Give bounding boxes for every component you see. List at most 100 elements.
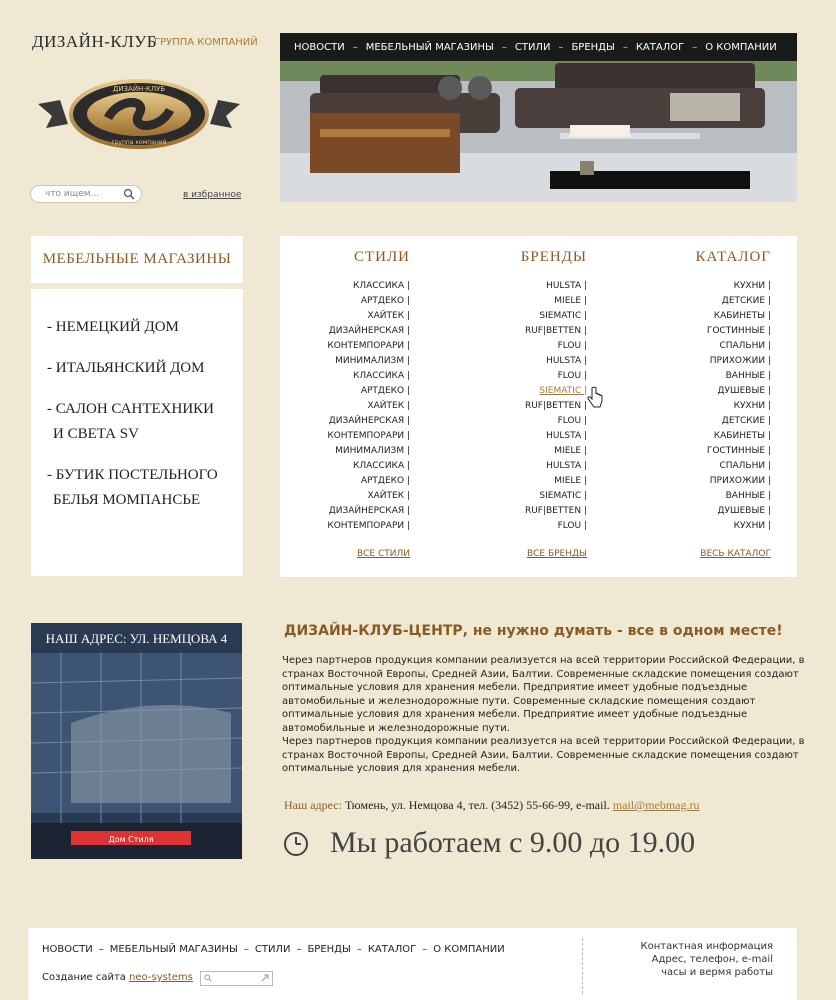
favorites-link[interactable]: в избранное xyxy=(183,190,241,200)
catalog-item[interactable]: КАБИНЕТЫ | xyxy=(707,429,771,444)
styles-item[interactable]: КЛАССИКА | xyxy=(327,279,410,294)
styles-item[interactable]: ДИЗАЙНЕРСКАЯ | xyxy=(327,414,410,429)
styles-item[interactable]: ДИЗАЙНЕРСКАЯ | xyxy=(327,504,410,519)
catalog-item[interactable]: ВАННЫЕ | xyxy=(707,369,771,384)
email-link[interactable]: mail@mebmag.ru xyxy=(613,798,700,812)
nav-separator: – xyxy=(352,41,358,53)
footer-search-input[interactable] xyxy=(200,971,273,986)
brand-logo[interactable]: ДИЗАЙН-КЛУБ группа компаний xyxy=(38,78,240,150)
nav-separator: – xyxy=(558,41,564,53)
store-item[interactable]: - ИТАЛЬЯНСКИЙ ДОМ xyxy=(47,356,243,381)
stores-list: - НЕМЕЦКИЙ ДОМ - ИТАЛЬЯНСКИЙ ДОМ - САЛОН С… xyxy=(31,289,243,576)
styles-item[interactable]: КОНТЕМПОРАРИ | xyxy=(327,519,410,534)
styles-item[interactable]: ХАЙТЕК | xyxy=(327,489,410,504)
brands-item[interactable]: RUF|BETTEN | xyxy=(525,504,587,519)
nav-separator: – xyxy=(692,41,698,53)
brands-item[interactable]: RUF|BETTEN | xyxy=(525,324,587,339)
brands-item[interactable]: FLOU | xyxy=(525,369,587,384)
working-hours: Мы работаем с 9.00 до 19.00 xyxy=(330,826,696,859)
styles-item[interactable]: КЛАССИКА | xyxy=(327,459,410,474)
brands-item[interactable]: HULSTA | xyxy=(525,354,587,369)
styles-title: СТИЛИ xyxy=(353,249,410,265)
all-styles-link[interactable]: ВСЕ СТИЛИ xyxy=(357,549,410,559)
styles-item[interactable]: МИНИМАЛИЗМ | xyxy=(327,354,410,369)
footer-nav-separator: – xyxy=(243,944,249,955)
catalog-item[interactable]: КУХНИ | xyxy=(707,279,771,294)
catalog-item[interactable]: ГОСТИННЫЕ | xyxy=(707,444,771,459)
stores-title: МЕБЕЛЬНЫЕ МАГАЗИНЫ xyxy=(31,236,243,283)
brands-item[interactable]: HULSTA | xyxy=(525,279,587,294)
footer-nav-item-0[interactable]: НОВОСТИ xyxy=(42,944,93,955)
catalog-item[interactable]: ВАННЫЕ | xyxy=(707,489,771,504)
credit-link[interactable]: neo-systems xyxy=(129,972,193,983)
store-item-line2: И СВЕТА SV xyxy=(53,426,139,442)
footer-nav-item-4[interactable]: КАТАЛОГ xyxy=(368,944,416,955)
styles-item[interactable]: ХАЙТЕК | xyxy=(327,309,410,324)
catalog-item[interactable]: КУХНИ | xyxy=(707,399,771,414)
store-item[interactable]: - БУТИК ПОСТЕЛЬНОГО БЕЛЬЯ МОМПАНСЬЕ xyxy=(47,463,243,513)
footer-navigation: НОВОСТИ – МЕБЕЛЬНЫЙ МАГАЗИНЫ – СТИЛИ – БРЕНДЫ –… xyxy=(42,944,505,955)
catalog-item[interactable]: ГОСТИННЫЕ | xyxy=(707,324,771,339)
catalog-item[interactable]: СПАЛЬНИ | xyxy=(707,339,771,354)
catalog-item[interactable]: ДУШЕВЫЕ | xyxy=(707,504,771,519)
footer-nav-item-2[interactable]: СТИЛИ xyxy=(255,944,291,955)
styles-item[interactable]: КОНТЕМПОРАРИ | xyxy=(327,339,410,354)
store-item[interactable]: - НЕМЕЦКИЙ ДОМ xyxy=(47,315,243,340)
nav-item-4[interactable]: КАТАЛОГ xyxy=(636,42,684,53)
search-input[interactable]: что ищем... xyxy=(30,185,142,203)
nav-item-3[interactable]: БРЕНДЫ xyxy=(571,42,614,53)
footer-credit: Создание сайта neo-systems xyxy=(42,972,193,983)
catalog-item[interactable]: КАБИНЕТЫ | xyxy=(707,309,771,324)
brands-item[interactable]: MIELE | xyxy=(525,444,587,459)
nav-separator: – xyxy=(622,41,628,53)
all-brands-link[interactable]: ВСЕ БРЕНДЫ xyxy=(527,549,587,559)
brands-item[interactable]: HULSTA | xyxy=(525,459,587,474)
catalog-item[interactable]: ПРИХОЖИИ | xyxy=(707,474,771,489)
brands-item[interactable]: SIEMATIC | xyxy=(525,489,587,504)
arrow-icon xyxy=(261,974,269,982)
nav-separator: – xyxy=(501,41,507,53)
footer-nav-item-5[interactable]: О КОМПАНИИ xyxy=(433,944,505,955)
styles-item[interactable]: КОНТЕМПОРАРИ | xyxy=(327,429,410,444)
styles-item[interactable]: КЛАССИКА | xyxy=(327,369,410,384)
footer-nav-separator: – xyxy=(98,944,104,955)
nav-item-0[interactable]: НОВОСТИ xyxy=(294,42,345,53)
footer-nav-item-3[interactable]: БРЕНДЫ xyxy=(307,944,350,955)
brands-item[interactable]: SIEMATIC | xyxy=(525,384,587,399)
nav-item-2[interactable]: СТИЛИ xyxy=(515,42,551,53)
brand-subtitle: ГРУППА КОМПАНИЙ xyxy=(154,37,258,48)
logo-bottom-text: группа компаний xyxy=(111,139,166,146)
brands-item[interactable]: FLOU | xyxy=(525,519,587,534)
brands-item[interactable]: RUF|BETTEN | xyxy=(525,399,587,414)
catalog-item[interactable]: КУХНИ | xyxy=(707,519,771,534)
catalog-item[interactable]: ПРИХОЖИИ | xyxy=(707,354,771,369)
search-placeholder: что ищем... xyxy=(45,189,100,199)
catalog-item[interactable]: СПАЛЬНИ | xyxy=(707,459,771,474)
footer-contact: Контактная информация Адрес, телефон, e-… xyxy=(641,940,773,979)
styles-item[interactable]: АРТДЕКО | xyxy=(327,474,410,489)
store-item[interactable]: - САЛОН САНТЕХНИКИ И СВЕТА SV xyxy=(47,397,243,447)
footer-nav-separator: – xyxy=(296,944,302,955)
styles-item[interactable]: АРТДЕКО | xyxy=(327,294,410,309)
styles-item[interactable]: МИНИМАЛИЗМ | xyxy=(327,444,410,459)
search-icon[interactable] xyxy=(123,188,135,200)
brands-item[interactable]: MIELE | xyxy=(525,294,587,309)
styles-item[interactable]: ХАЙТЕК | xyxy=(327,399,410,414)
main-heading: ДИЗАЙН-КЛУБ-ЦЕНТР, не нужно думать - все… xyxy=(284,623,783,639)
catalog-item[interactable]: ДЕТСКИЕ | xyxy=(707,414,771,429)
styles-item[interactable]: АРТДЕКО | xyxy=(327,384,410,399)
brands-item[interactable]: HULSTA | xyxy=(525,429,587,444)
nav-item-5[interactable]: О КОМПАНИИ xyxy=(705,42,777,53)
catalog-title: КАТАЛОГ xyxy=(695,249,771,265)
brands-item[interactable]: FLOU | xyxy=(525,339,587,354)
styles-item[interactable]: ДИЗАЙНЕРСКАЯ | xyxy=(327,324,410,339)
brands-item[interactable]: SIEMATIC | xyxy=(525,309,587,324)
nav-item-1[interactable]: МЕБЕЛЬНЫЙ МАГАЗИНЫ xyxy=(366,42,494,53)
footer-nav-item-1[interactable]: МЕБЕЛЬНЫЙ МАГАЗИНЫ xyxy=(110,944,238,955)
catalog-item[interactable]: ДЕТСКИЕ | xyxy=(707,294,771,309)
all-catalog-link[interactable]: ВЕСЬ КАТАЛОГ xyxy=(700,549,771,559)
brands-item[interactable]: FLOU | xyxy=(525,414,587,429)
contact-line-1: Контактная информация xyxy=(640,941,773,952)
catalog-item[interactable]: ДУШЕВЫЕ | xyxy=(707,384,771,399)
brands-item[interactable]: MIELE | xyxy=(525,474,587,489)
